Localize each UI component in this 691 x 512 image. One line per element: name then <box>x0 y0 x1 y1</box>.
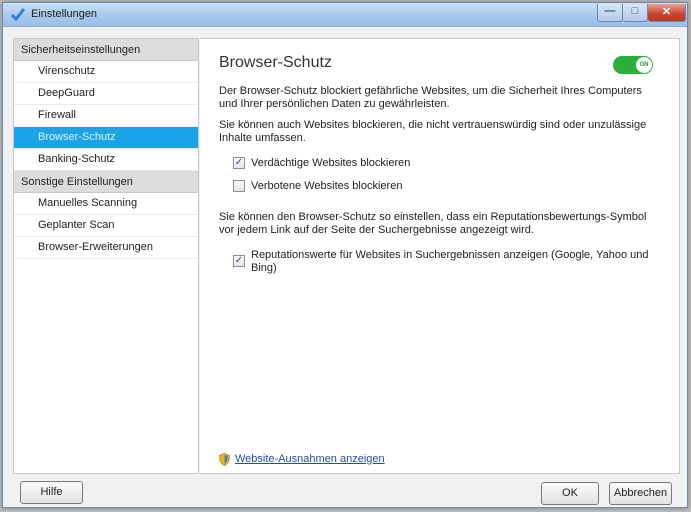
page-title: Browser-Schutz <box>219 54 332 71</box>
settings-window: Einstellungen — □ ✕ Sicherheitseinstellu… <box>2 2 688 508</box>
checkbox-suspicious-sites[interactable]: ✓ <box>233 157 245 169</box>
maximize-icon: □ <box>631 5 639 17</box>
browser-protection-toggle[interactable]: ON <box>613 56 653 74</box>
minimize-icon: — <box>604 5 616 17</box>
maximize-button[interactable]: □ <box>623 4 648 22</box>
help-button[interactable]: Hilfe <box>20 481 83 504</box>
shield-icon <box>219 453 230 466</box>
sidebar-item-firewall[interactable]: Firewall <box>14 105 198 127</box>
app-check-icon <box>11 8 25 21</box>
sidebar-item-browser-schutz[interactable]: Browser-Schutz <box>14 127 198 149</box>
settings-sidebar: Sicherheitseinstellungen Virenschutz Dee… <box>13 38 199 474</box>
checkbox-label: Reputationswerte für Websites in Sucherg… <box>251 249 649 274</box>
title-bar[interactable]: Einstellungen — □ ✕ <box>3 3 687 27</box>
checkbox-reputation-values[interactable]: ✓ <box>233 255 245 267</box>
cancel-button[interactable]: Abbrechen <box>609 482 672 505</box>
reputation-text: Sie können den Browser-Schutz so einstel… <box>219 211 647 236</box>
sidebar-item-geplanter-scan[interactable]: Geplanter Scan <box>14 215 198 237</box>
sidebar-item-banking-schutz[interactable]: Banking-Schutz <box>14 149 198 171</box>
settings-content-panel: Browser-Schutz ON Der Browser-Schutz blo… <box>200 38 680 474</box>
block-text: Sie können auch Websites blockieren, die… <box>219 119 647 144</box>
ok-button[interactable]: OK <box>541 482 599 505</box>
intro-text: Der Browser-Schutz blockiert gefährliche… <box>219 85 642 110</box>
sidebar-item-virenschutz[interactable]: Virenschutz <box>14 61 198 83</box>
toggle-knob: ON <box>636 57 652 73</box>
sidebar-item-manuelles-scanning[interactable]: Manuelles Scanning <box>14 193 198 215</box>
close-button[interactable]: ✕ <box>648 4 686 22</box>
minimize-button[interactable]: — <box>597 4 623 22</box>
sidebar-header-security: Sicherheitseinstellungen <box>14 39 198 61</box>
window-title: Einstellungen <box>31 8 98 20</box>
sidebar-item-browser-erweiterungen[interactable]: Browser-Erweiterungen <box>14 237 198 259</box>
website-exceptions-link[interactable]: Website-Ausnahmen anzeigen <box>235 453 385 465</box>
sidebar-header-other: Sonstige Einstellungen <box>14 171 198 193</box>
close-icon: ✕ <box>661 6 672 18</box>
sidebar-item-deepguard[interactable]: DeepGuard <box>14 83 198 105</box>
checkbox-label: Verdächtige Websites blockieren <box>251 157 411 169</box>
checkbox-forbidden-sites[interactable] <box>233 180 245 192</box>
checkbox-label: Verbotene Websites blockieren <box>251 180 403 192</box>
